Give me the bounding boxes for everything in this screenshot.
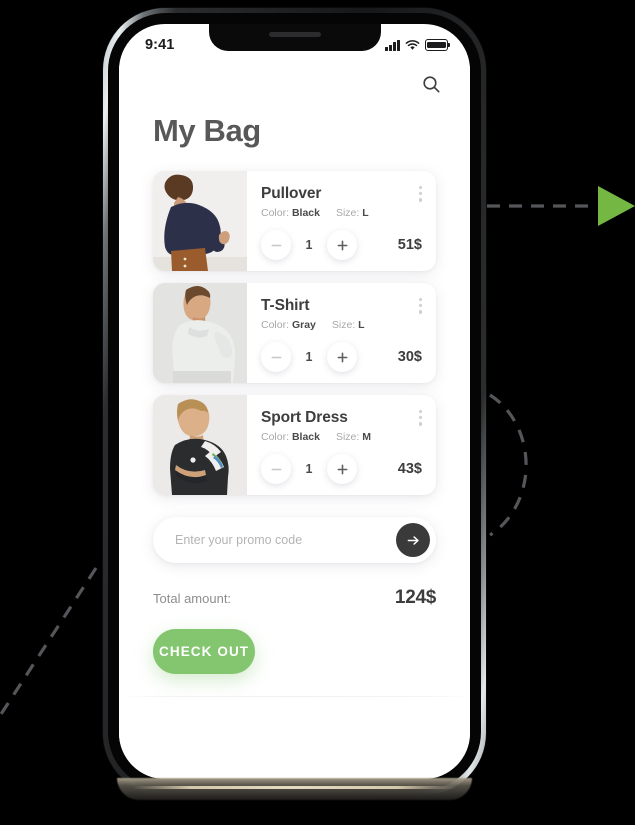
more-vertical-icon[interactable] — [416, 183, 425, 205]
phone-notch — [208, 24, 381, 51]
quantity-stepper: 1 — [261, 230, 357, 260]
product-attributes: Color: Black Size: M — [261, 431, 422, 443]
increase-quantity-button[interactable] — [327, 230, 357, 260]
product-name: Sport Dress — [261, 409, 348, 426]
product-thumbnail — [153, 283, 247, 383]
cart-item[interactable]: Pullover Color: Black Size: L 1 51$ — [153, 171, 436, 271]
quantity-value: 1 — [305, 350, 313, 364]
promo-code-input[interactable] — [173, 532, 396, 548]
decrease-quantity-button[interactable] — [261, 454, 291, 484]
promo-submit-button[interactable] — [396, 523, 430, 557]
plus-icon — [337, 464, 347, 474]
total-amount-row: Total amount: 124$ — [153, 587, 436, 609]
product-thumbnail — [153, 171, 247, 271]
product-color: Color: Gray — [261, 319, 316, 331]
cart-item[interactable]: T-Shirt Color: Gray Size: L 1 30$ — [153, 283, 436, 383]
arrow-right-icon — [407, 535, 419, 545]
product-attributes: Color: Gray Size: L — [261, 319, 422, 331]
signal-bars-icon — [385, 39, 400, 51]
plus-icon — [337, 352, 347, 362]
quantity-stepper: 1 — [261, 454, 357, 484]
cart-item-details: Pullover Color: Black Size: L 1 51$ — [247, 171, 436, 271]
more-vertical-icon[interactable] — [416, 407, 425, 429]
status-icons — [385, 39, 450, 51]
cart-item-controls: 1 30$ — [261, 342, 422, 372]
decrease-quantity-button[interactable] — [261, 230, 291, 260]
cart-item-details: Sport Dress Color: Black Size: M 1 43$ — [247, 395, 436, 495]
search-button[interactable] — [416, 70, 446, 100]
increase-quantity-button[interactable] — [327, 454, 357, 484]
notch-speaker — [268, 32, 321, 37]
cart-item-details: T-Shirt Color: Gray Size: L 1 30$ — [247, 283, 436, 383]
increase-quantity-button[interactable] — [327, 342, 357, 372]
product-color: Color: Black — [261, 207, 320, 219]
decrease-quantity-button[interactable] — [261, 342, 291, 372]
product-name: T-Shirt — [261, 297, 310, 314]
battery-icon — [425, 39, 450, 51]
total-amount-value: 124$ — [394, 587, 436, 608]
product-price: 43$ — [397, 461, 422, 477]
search-icon — [422, 76, 440, 93]
minus-icon — [271, 356, 281, 358]
product-price: 30$ — [397, 349, 422, 365]
product-color: Color: Black — [261, 431, 320, 443]
quantity-stepper: 1 — [261, 342, 357, 372]
phone-device-frame: 9:41 My Bag Pullover Color: Black Size: … — [103, 8, 486, 800]
checkout-button[interactable]: CHECK OUT — [153, 629, 256, 674]
annotation-arc-right — [489, 393, 528, 537]
app-toolbar — [119, 66, 470, 103]
app-content: My Bag Pullover Color: Black Size: L 1 5… — [119, 66, 470, 779]
plus-icon — [337, 240, 347, 250]
annotation-line-left — [0, 567, 98, 719]
cart-item[interactable]: Sport Dress Color: Black Size: M 1 43$ — [153, 395, 436, 495]
promo-code-row — [153, 517, 436, 563]
product-size: Size: M — [335, 431, 371, 443]
product-price: 51$ — [397, 237, 422, 253]
page-title: My Bag — [153, 113, 261, 148]
total-amount-label: Total amount: — [153, 591, 232, 606]
cart-item-controls: 1 43$ — [261, 454, 422, 484]
wifi-icon — [405, 39, 420, 50]
product-thumbnail — [153, 395, 247, 495]
content-sheet-edge — [119, 696, 470, 697]
green-triangle-arrow-icon — [598, 186, 635, 226]
product-size: Size: L — [335, 207, 369, 219]
product-name: Pullover — [261, 185, 322, 202]
minus-icon — [271, 468, 281, 470]
cart-item-controls: 1 51$ — [261, 230, 422, 260]
product-attributes: Color: Black Size: L — [261, 207, 422, 219]
phone-screen: 9:41 My Bag Pullover Color: Black Size: … — [119, 24, 470, 779]
status-time: 9:41 — [145, 37, 175, 53]
quantity-value: 1 — [305, 238, 313, 252]
phone-bottom-edge — [117, 778, 472, 800]
cart-item-list: Pullover Color: Black Size: L 1 51$ T-Sh… — [119, 149, 470, 495]
quantity-value: 1 — [305, 462, 313, 476]
more-vertical-icon[interactable] — [416, 295, 425, 317]
phone-bottom-highlight — [133, 786, 455, 789]
minus-icon — [271, 244, 281, 246]
product-size: Size: L — [331, 319, 365, 331]
